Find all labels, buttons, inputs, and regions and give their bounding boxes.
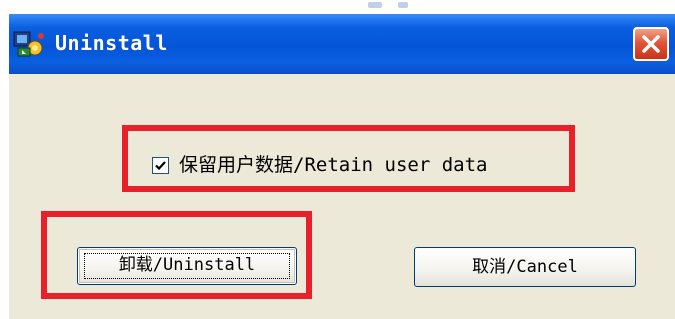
background-fragment: [368, 2, 382, 8]
background-fragment: [398, 2, 408, 8]
title-bar[interactable]: Uninstall: [9, 14, 675, 74]
uninstall-dialog: Uninstall 保留用户数据/Retain user data 卸载/Uni…: [9, 14, 675, 319]
installer-app-icon: [13, 28, 45, 60]
background-strip: [0, 0, 675, 14]
window-title: Uninstall: [55, 31, 168, 55]
retain-user-data-checkbox[interactable]: [152, 157, 169, 174]
close-button[interactable]: [633, 27, 669, 61]
retain-user-data-label[interactable]: 保留用户数据/Retain user data: [179, 152, 487, 178]
cancel-button-label: 取消/Cancel: [472, 257, 578, 277]
screenshot-stage: Uninstall 保留用户数据/Retain user data 卸载/Uni…: [0, 0, 675, 319]
uninstall-button[interactable]: 卸载/Uninstall: [77, 247, 297, 285]
focus-ring: [84, 253, 290, 279]
cancel-button[interactable]: 取消/Cancel: [414, 247, 636, 287]
close-icon: [642, 35, 660, 53]
checkmark-icon: [155, 161, 166, 171]
